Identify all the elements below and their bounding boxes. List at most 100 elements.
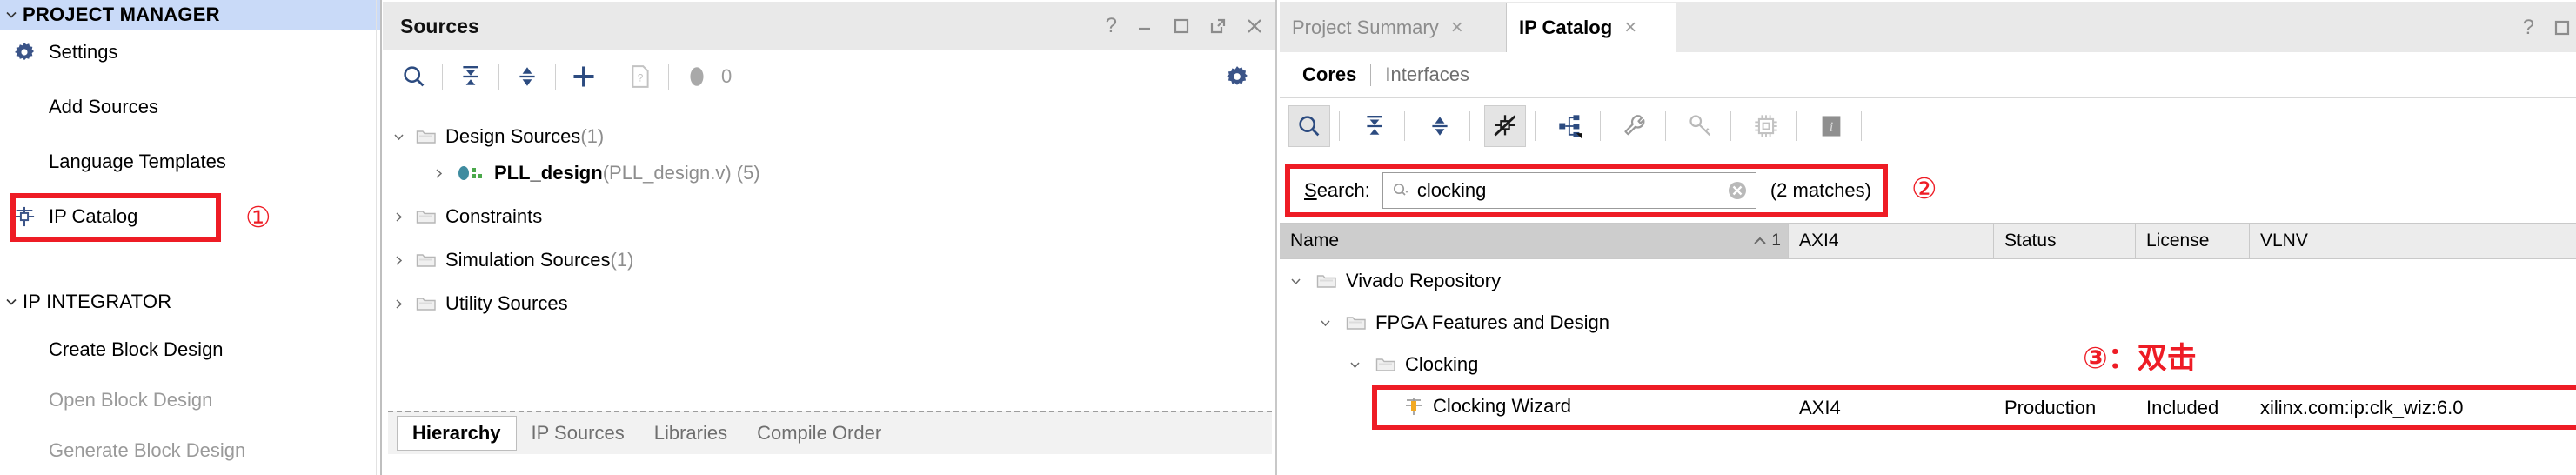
help-icon[interactable]: ? xyxy=(2523,17,2534,38)
sidebar-section-ip-integrator[interactable]: IP INTEGRATOR xyxy=(0,287,381,317)
collapse-all-icon[interactable] xyxy=(452,57,490,96)
search-icon[interactable] xyxy=(1288,105,1330,147)
chevron-down-icon[interactable] xyxy=(1349,359,1372,371)
tree-row-design-sources[interactable]: Design Sources (1) xyxy=(393,118,604,155)
tab-label: Project Summary xyxy=(1292,17,1439,38)
chevron-right-icon[interactable] xyxy=(393,298,416,310)
tree-row-constraints[interactable]: Constraints xyxy=(393,198,542,235)
chevron-down-icon[interactable] xyxy=(1290,276,1313,287)
sources-toolbar: ? 0 xyxy=(388,50,1272,104)
sidebar-item-add-sources[interactable]: Add Sources xyxy=(0,90,381,124)
chevron-right-icon[interactable] xyxy=(433,168,456,179)
chevron-down-icon[interactable] xyxy=(0,287,23,317)
settings-wrench-icon[interactable] xyxy=(1615,105,1656,147)
chevron-down-icon[interactable] xyxy=(393,131,416,143)
annotation-marker-three: ③：双击 xyxy=(2083,341,2197,376)
sidebar-item-create-block-design[interactable]: Create Block Design xyxy=(0,332,381,367)
column-label: AXI4 xyxy=(1799,231,1839,251)
highlight-box-search xyxy=(1285,164,1888,217)
column-label: Status xyxy=(2004,231,2057,251)
maximize-icon[interactable] xyxy=(1173,17,1190,35)
tab-ip-sources[interactable]: IP Sources xyxy=(517,417,639,450)
tree-row-label: PLL_design xyxy=(494,162,603,184)
ip-catalog-subtabs: Cores Interfaces xyxy=(1280,52,2576,97)
sources-bottom-tabs: Hierarchy IP Sources Libraries Compile O… xyxy=(388,411,1272,454)
tab-hierarchy[interactable]: Hierarchy xyxy=(397,416,517,451)
sidebar-item-generate-block-design[interactable]: Generate Block Design xyxy=(0,433,381,468)
tree-row-utility-sources[interactable]: Utility Sources xyxy=(393,285,568,322)
sidebar-section-project-manager[interactable]: PROJECT MANAGER xyxy=(0,0,381,30)
column-label: License xyxy=(2146,231,2210,251)
tree-row-simulation-sources[interactable]: Simulation Sources (1) xyxy=(393,242,633,278)
tab-libraries[interactable]: Libraries xyxy=(639,417,742,450)
toolbar-separator xyxy=(555,64,556,90)
tab-compile-order[interactable]: Compile Order xyxy=(742,417,896,450)
expand-all-icon[interactable] xyxy=(1419,105,1461,147)
tree-row-pll-design[interactable]: PLL_design (PLL_design.v) (5) xyxy=(433,155,760,191)
sidebar-item-settings[interactable]: Settings xyxy=(0,35,381,70)
column-header-name[interactable]: Name 1 xyxy=(1280,224,1788,258)
column-header-vlnv[interactable]: VLNV xyxy=(2250,224,2576,258)
tab-project-summary[interactable]: Project Summary × xyxy=(1280,3,1506,52)
close-icon[interactable]: × xyxy=(1624,16,1652,40)
chevron-down-icon[interactable] xyxy=(0,0,23,30)
tree-row-label: Simulation Sources xyxy=(445,249,611,271)
verilog-module-icon xyxy=(456,164,485,183)
folder-icon xyxy=(416,128,437,145)
column-header-axi4[interactable]: AXI4 xyxy=(1789,224,1993,258)
status-count: 0 xyxy=(721,65,733,87)
tab-ip-catalog[interactable]: IP Catalog × xyxy=(1506,3,1676,52)
toolbar-separator xyxy=(1665,111,1666,141)
tree-row-label: Constraints xyxy=(445,205,543,227)
sidebar-item-label: Create Block Design xyxy=(49,338,224,360)
gear-icon[interactable] xyxy=(1218,57,1256,96)
column-header-license[interactable]: License xyxy=(2136,224,2249,258)
close-icon[interactable]: × xyxy=(1451,16,1479,40)
sidebar-item-label: Open Block Design xyxy=(49,389,213,411)
chevron-right-icon[interactable] xyxy=(393,255,416,266)
folder-icon xyxy=(1346,314,1367,331)
sources-panel: Sources ? ? 0 Design Sources (1) PLL_des… xyxy=(383,0,1277,475)
gear-icon xyxy=(0,41,49,64)
group-by-icon[interactable] xyxy=(1549,105,1591,147)
subtab-cores[interactable]: Cores xyxy=(1280,64,1365,86)
expand-all-icon[interactable] xyxy=(508,57,546,96)
subtab-interfaces[interactable]: Interfaces xyxy=(1376,64,1478,86)
ip-catalog-toolbar: i xyxy=(1280,99,2576,153)
sidebar-inner-divider xyxy=(376,0,377,475)
chevron-down-icon[interactable] xyxy=(1320,318,1342,329)
sidebar-item-open-block-design[interactable]: Open Block Design xyxy=(0,383,381,418)
toolbar-separator xyxy=(1730,111,1731,141)
maximize-icon[interactable] xyxy=(2553,19,2571,37)
float-icon[interactable] xyxy=(1208,17,1228,36)
annotation-marker-one: ① xyxy=(245,201,271,233)
table-row[interactable]: Vivado Repository xyxy=(1280,259,2576,303)
sidebar-item-label: Language Templates xyxy=(49,151,226,172)
search-icon[interactable] xyxy=(395,57,433,96)
collapse-all-icon[interactable] xyxy=(1354,105,1395,147)
sort-asc-icon xyxy=(1754,237,1767,244)
tree-row-suffix: (1) xyxy=(610,249,634,271)
chevron-right-icon[interactable] xyxy=(393,211,416,223)
close-icon[interactable] xyxy=(1246,17,1263,35)
row-name: Clocking xyxy=(1405,353,1479,375)
editor-tabbar: Project Summary × IP Catalog × ? xyxy=(1280,2,2576,52)
help-icon[interactable]: ? xyxy=(1106,16,1117,37)
ip-table-header: Name 1 AXI4 Status License VLNV xyxy=(1280,223,2576,259)
column-header-status[interactable]: Status xyxy=(1994,224,2135,258)
add-sources-icon[interactable] xyxy=(565,57,603,96)
table-row[interactable]: Clocking xyxy=(1280,343,2576,386)
minimize-icon[interactable] xyxy=(1135,17,1154,36)
panel-title: Sources xyxy=(400,14,479,37)
sidebar-item-language-templates[interactable]: Language Templates xyxy=(0,144,381,179)
sidebar-item-label: Add Sources xyxy=(49,96,158,117)
toolbar-separator xyxy=(1861,111,1862,141)
toolbar-separator xyxy=(442,64,443,90)
table-row[interactable]: FPGA Features and Design xyxy=(1280,301,2576,345)
hide-disabled-icon[interactable] xyxy=(1484,105,1526,147)
tree-row-suffix: (PLL_design.v) (5) xyxy=(602,162,760,184)
toolbar-separator xyxy=(1469,111,1470,141)
vivado-window: PROJECT MANAGER Settings Add Sources Lan… xyxy=(0,0,2576,475)
toolbar-separator xyxy=(668,64,669,90)
subtabs-rule xyxy=(1280,97,2576,98)
